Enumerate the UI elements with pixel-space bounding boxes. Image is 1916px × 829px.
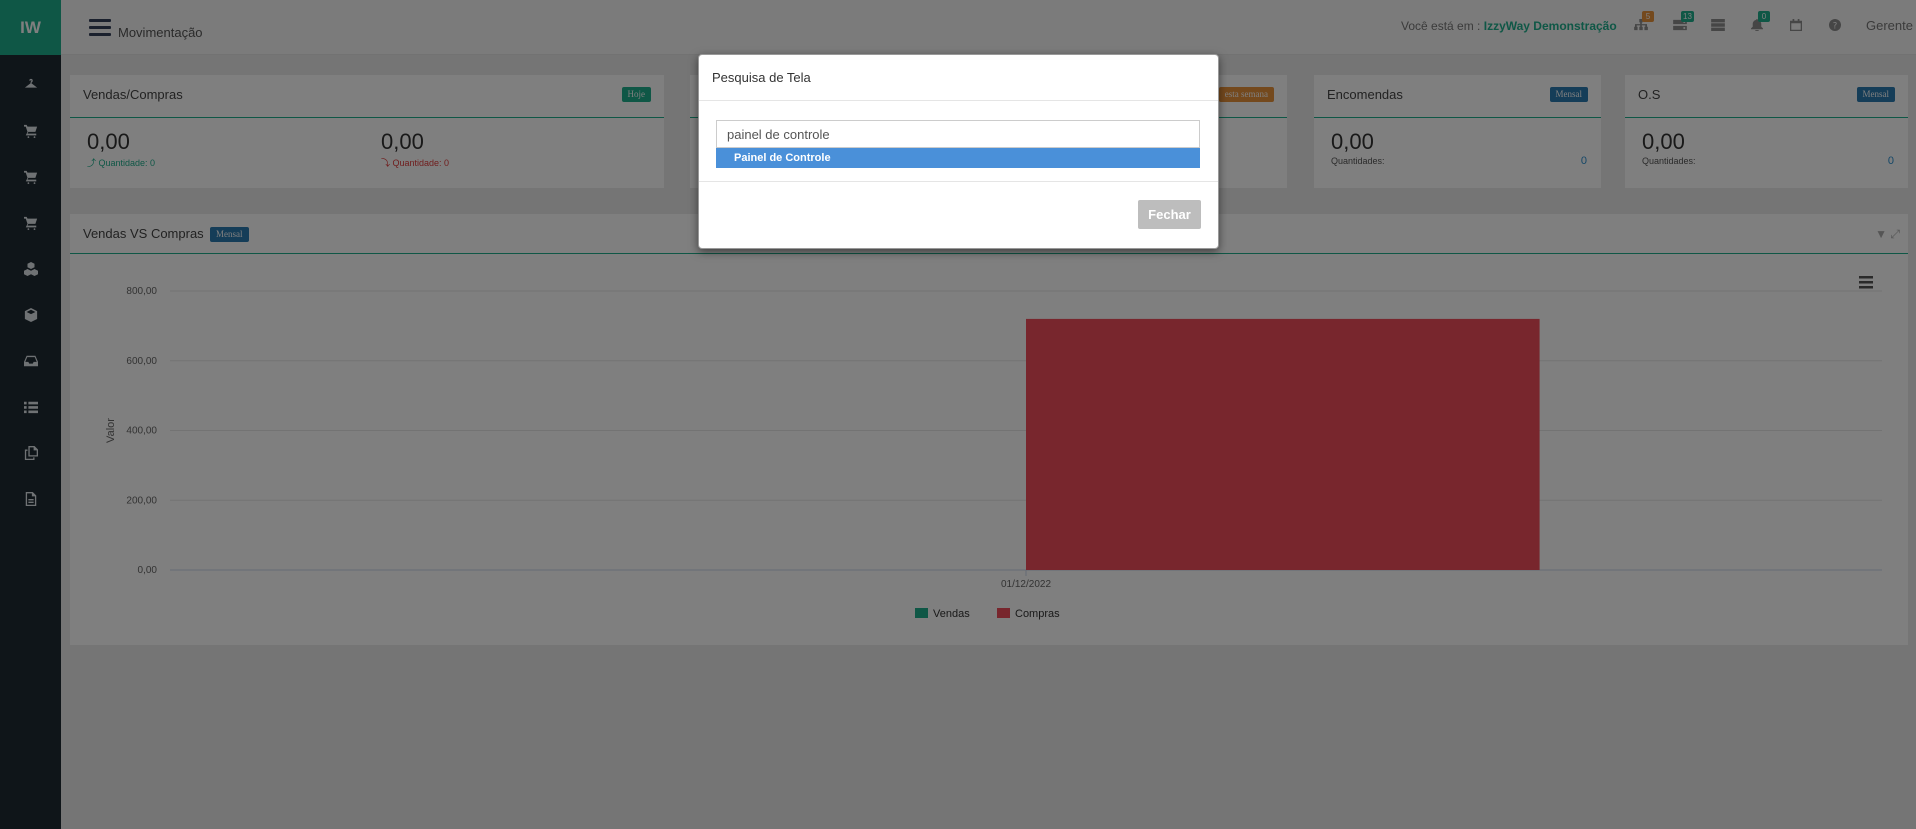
screen-search-modal: Pesquisa de Tela Painel de Controle Fech… <box>698 54 1219 249</box>
close-button[interactable]: Fechar <box>1138 200 1201 229</box>
autocomplete-option[interactable]: Painel de Controle <box>716 148 1200 168</box>
modal-header: Pesquisa de Tela <box>699 55 1218 101</box>
screen-search-input[interactable] <box>716 120 1200 148</box>
modal-footer: Fechar <box>699 181 1218 248</box>
modal-title: Pesquisa de Tela <box>712 70 811 85</box>
